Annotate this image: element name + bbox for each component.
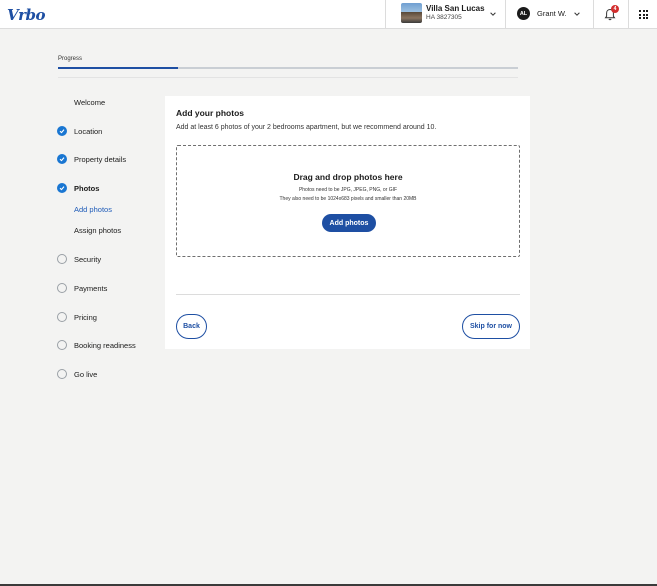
step-photos[interactable]: Photos	[57, 182, 99, 194]
checkmark-icon	[57, 154, 67, 164]
progress-divider	[58, 77, 518, 78]
page-subtitle: Add at least 6 photos of your 2 bedrooms…	[176, 124, 437, 131]
notifications-button[interactable]: 4	[593, 0, 628, 29]
apps-menu-button[interactable]	[628, 0, 657, 29]
account-menu[interactable]: AL Grant W.	[505, 0, 593, 29]
dropzone-format-requirement: Photos need to be JPG, JPEG, PNG, or GIF	[298, 187, 398, 193]
step-label: Go live	[74, 369, 98, 379]
step-property-details[interactable]: Property details	[57, 153, 126, 165]
empty-circle-icon	[57, 283, 67, 293]
step-payments[interactable]: Payments	[57, 282, 107, 294]
chevron-down-icon	[490, 12, 496, 16]
step-label: Security	[74, 254, 102, 264]
step-label: Photos	[74, 183, 100, 193]
dropzone-size-requirement: They also need to be 1024x683 pixels and…	[279, 196, 417, 202]
step-label: Property details	[74, 154, 127, 164]
skip-for-now-button[interactable]: Skip for now	[462, 314, 520, 339]
step-label: Welcome	[74, 97, 106, 107]
empty-circle-icon	[57, 254, 67, 264]
substep-assign-photos[interactable]: Assign photos	[74, 226, 121, 235]
add-photos-card: Add your photos Add at least 6 photos of…	[165, 96, 530, 349]
empty-circle-icon	[57, 312, 67, 322]
add-photos-button[interactable]: Add photos	[322, 214, 376, 232]
step-welcome[interactable]: Welcome	[57, 96, 105, 108]
checkmark-icon	[57, 183, 67, 193]
photo-dropzone[interactable]: Drag and drop photos here Photos need to…	[176, 145, 520, 257]
back-button[interactable]: Back	[176, 314, 207, 339]
step-booking-readiness[interactable]: Booking readiness	[57, 339, 136, 351]
step-pricing[interactable]: Pricing	[57, 311, 97, 323]
property-id: HA 3827305	[426, 14, 462, 21]
card-divider	[176, 294, 520, 295]
empty-circle-icon	[57, 340, 67, 350]
step-security[interactable]: Security	[57, 253, 101, 265]
empty-circle-icon	[57, 369, 67, 379]
step-status-none	[57, 97, 67, 107]
substep-add-photos[interactable]: Add photos	[74, 205, 112, 214]
property-name: Villa San Lucas	[426, 4, 485, 13]
user-name: Grant W.	[537, 9, 567, 18]
avatar: AL	[517, 7, 530, 20]
vrbo-logo[interactable]: Vrbo	[7, 6, 46, 24]
chevron-down-icon	[574, 12, 580, 16]
property-switcher[interactable]: Villa San Lucas HA 3827305	[386, 0, 505, 29]
page-title: Add your photos	[176, 108, 244, 118]
top-navigation-bar: Vrbo Villa San Lucas HA 3827305 AL Grant…	[0, 0, 657, 29]
progress-bar-fill	[58, 67, 178, 69]
apps-grid-icon	[639, 10, 648, 19]
step-label: Booking readiness	[74, 340, 136, 350]
notification-badge: 4	[611, 5, 619, 13]
checkmark-icon	[57, 126, 67, 136]
step-label: Location	[74, 126, 103, 136]
step-label: Pricing	[74, 312, 97, 322]
dropzone-title: Drag and drop photos here	[293, 172, 403, 182]
step-go-live[interactable]: Go live	[57, 368, 97, 380]
property-thumbnail	[401, 3, 422, 23]
progress-bar	[58, 67, 518, 69]
step-label: Payments	[74, 283, 108, 293]
step-location[interactable]: Location	[57, 125, 102, 137]
progress-label: Progress	[58, 56, 83, 62]
